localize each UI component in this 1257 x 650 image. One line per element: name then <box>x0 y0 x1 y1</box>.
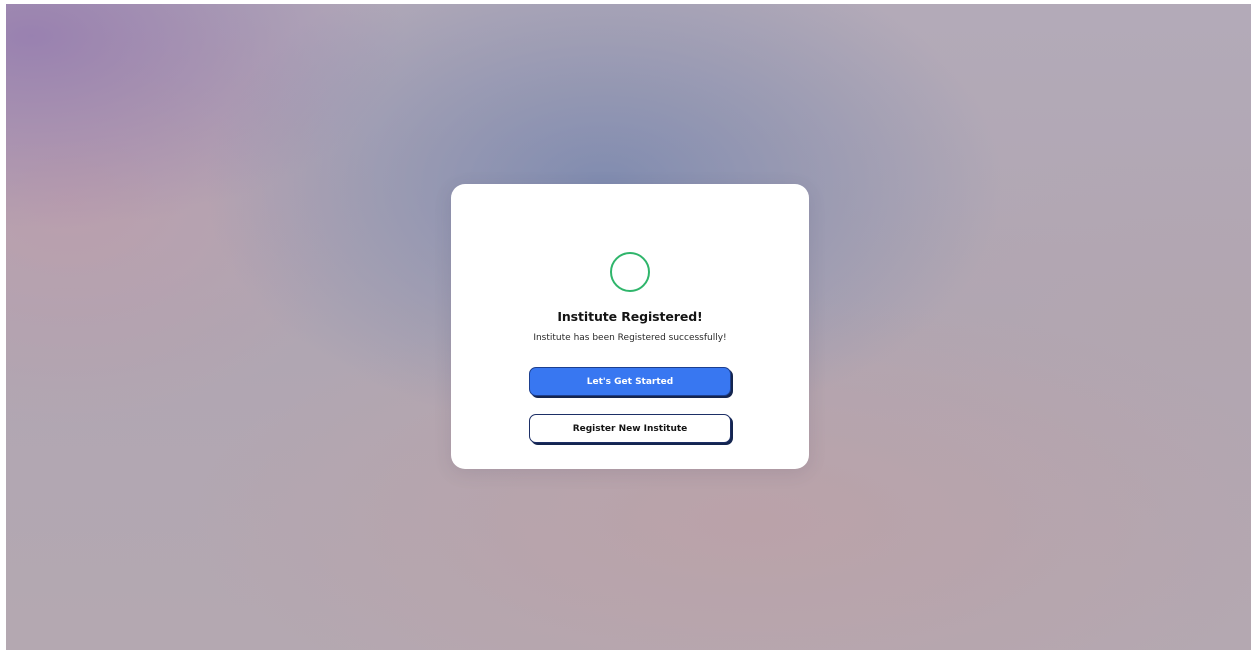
success-ring-icon <box>610 252 650 292</box>
app-background: Institute Registered! Institute has been… <box>6 4 1251 650</box>
register-new-institute-button[interactable]: Register New Institute <box>529 414 731 443</box>
dialog-message: Institute has been Registered successful… <box>533 333 727 343</box>
dialog-title: Institute Registered! <box>557 309 703 324</box>
get-started-button[interactable]: Let's Get Started <box>529 367 731 396</box>
success-dialog: Institute Registered! Institute has been… <box>451 184 809 469</box>
